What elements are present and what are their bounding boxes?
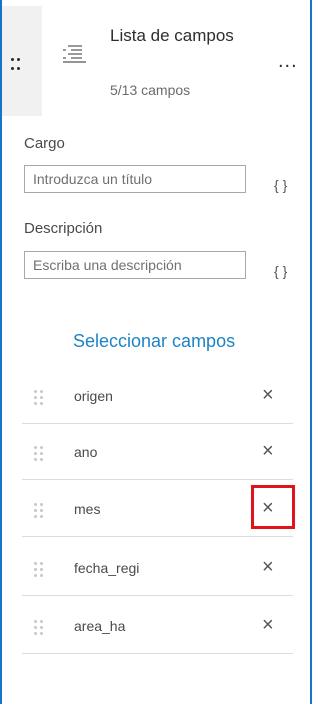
remove-field-button[interactable]: × [262, 384, 274, 406]
more-options-button[interactable]: ... [278, 50, 298, 73]
drag-handle[interactable] [2, 6, 42, 116]
drag-handle-icon[interactable] [34, 390, 43, 405]
panel-title: Lista de campos [110, 26, 234, 45]
select-fields-link[interactable]: Seleccionar campos [73, 331, 235, 352]
field-name: area_ha [74, 618, 126, 634]
field-row: area_ha × [22, 603, 293, 654]
description-input[interactable] [24, 251, 246, 279]
field-row: fecha_regi × [22, 545, 293, 596]
title-expression-button[interactable]: { } [274, 177, 287, 193]
field-row: ano × [22, 429, 293, 480]
description-label: Descripción [24, 220, 103, 237]
remove-field-button[interactable]: × [262, 440, 274, 462]
drag-handle-icon[interactable] [34, 562, 43, 577]
drag-handle-icon[interactable] [34, 620, 43, 635]
field-name: ano [74, 444, 98, 460]
drag-handle-icon[interactable] [34, 446, 43, 461]
field-name: origen [74, 388, 113, 404]
drag-handle-icon [11, 58, 21, 74]
field-name: fecha_regi [74, 560, 140, 576]
remove-field-button[interactable]: × [262, 556, 274, 578]
field-list-icon [63, 45, 86, 63]
field-list-panel: Lista de campos 5/13 campos ... Cargo { … [0, 0, 312, 704]
highlight-box [251, 485, 295, 529]
field-row: origen × [22, 373, 293, 424]
description-expression-button[interactable]: { } [274, 263, 287, 279]
field-count: 5/13 campos [110, 82, 191, 98]
title-input[interactable] [24, 165, 246, 193]
panel-header: Lista de campos 5/13 campos ... [2, 0, 310, 120]
field-name: mes [74, 501, 101, 517]
remove-field-button[interactable]: × [262, 614, 274, 636]
drag-handle-icon[interactable] [34, 503, 43, 518]
title-label: Cargo [24, 135, 65, 152]
